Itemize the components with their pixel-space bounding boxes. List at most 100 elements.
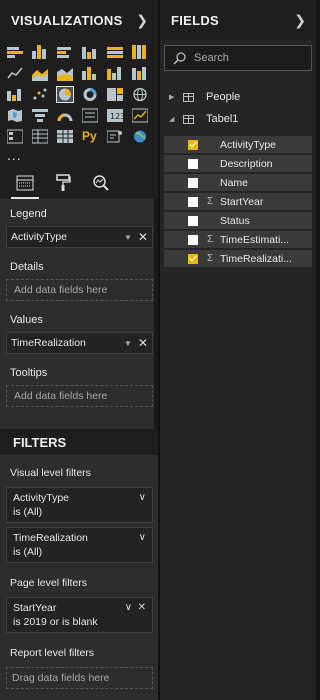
checkbox[interactable] xyxy=(188,196,198,207)
ribbon-chart-icon[interactable] xyxy=(132,66,148,81)
table-people[interactable]: ▶ People xyxy=(160,86,316,108)
table-icon xyxy=(183,114,194,124)
fields-tab[interactable] xyxy=(11,173,39,199)
matrix-icon[interactable] xyxy=(57,129,73,144)
sigma-icon: Σ xyxy=(207,253,214,264)
collapse-triangle-icon[interactable]: ◢ xyxy=(169,115,177,123)
report-filter-drop-zone[interactable]: Drag data fields here xyxy=(6,667,153,689)
checkbox[interactable] xyxy=(188,177,198,188)
table-tabel1[interactable]: ◢ Tabel1 xyxy=(160,108,316,130)
visualizations-header: VISUALIZATIONS ❯ xyxy=(0,0,158,40)
visual-pane-tabs xyxy=(0,167,158,199)
field-timeestimation[interactable]: Σ TimeEstimati... xyxy=(164,231,312,248)
stacked-bar-chart-icon[interactable] xyxy=(7,45,23,60)
field-status[interactable]: Status xyxy=(164,212,312,229)
format-tab[interactable] xyxy=(53,173,73,193)
filter-state: is 2019 or is blank xyxy=(13,616,98,628)
filter-card-activitytype[interactable]: ActivityType is (All) ∨ xyxy=(6,487,153,523)
scatter-chart-icon[interactable] xyxy=(32,87,48,102)
clustered-column-chart-icon[interactable] xyxy=(82,45,98,60)
fields-title: FIELDS xyxy=(171,12,220,28)
filter-card-timerealization[interactable]: TimeRealization is (All) ∨ xyxy=(6,527,153,563)
legend-field[interactable]: ActivityType ▼ ✕ xyxy=(6,226,153,248)
page-level-filters-label: Page level filters xyxy=(10,577,88,589)
stacked-column-chart-icon[interactable] xyxy=(32,45,48,60)
filter-state: is (All) xyxy=(13,546,43,558)
chevron-down-icon[interactable]: ∨ xyxy=(139,491,146,519)
field-description[interactable]: Description xyxy=(164,155,312,172)
field-name: Description xyxy=(220,157,273,170)
table-icon xyxy=(183,92,194,102)
table-icon[interactable] xyxy=(31,129,49,144)
line-chart-icon[interactable] xyxy=(7,66,23,81)
checkbox-checked[interactable] xyxy=(188,253,198,264)
filters-pane: Visual level filters ActivityType is (Al… xyxy=(0,455,158,700)
filter-field-name: StartYear xyxy=(13,602,57,614)
filters-title: FILTERS xyxy=(0,429,158,455)
field-activitytype[interactable]: ActivityType xyxy=(164,136,312,153)
globe-map-icon[interactable] xyxy=(132,129,148,144)
stacked-area-chart-icon[interactable] xyxy=(57,66,73,81)
dropdown-arrow-icon[interactable]: ▼ xyxy=(124,339,132,348)
values-well-label: Values xyxy=(10,314,43,326)
donut-chart-icon[interactable] xyxy=(82,87,98,102)
table-name: People xyxy=(206,91,241,103)
treemap-icon[interactable] xyxy=(107,87,123,102)
tooltips-drop-zone[interactable]: Add data fields here xyxy=(6,385,153,407)
multi-row-card-icon[interactable] xyxy=(81,108,99,123)
more-visuals-button[interactable]: ... xyxy=(7,148,50,167)
field-timerealization[interactable]: Σ TimeRealizati... xyxy=(164,250,312,267)
sigma-icon: Σ xyxy=(207,234,214,245)
collapse-visualizations-chevron-icon[interactable]: ❯ xyxy=(136,12,148,29)
checkbox[interactable] xyxy=(188,215,198,226)
fields-pane: FIELDS ❯ ▶ People ◢ Tabel1 ActivityType xyxy=(160,0,316,700)
100-stacked-bar-chart-icon[interactable] xyxy=(107,45,123,60)
paint-roller-icon xyxy=(56,174,71,191)
custom-visual-icon[interactable] xyxy=(106,129,123,144)
dropdown-arrow-icon[interactable]: ▼ xyxy=(124,233,132,242)
gauge-icon[interactable] xyxy=(57,108,73,123)
field-name-row[interactable]: Name xyxy=(164,174,312,191)
visualizations-title: VISUALIZATIONS xyxy=(11,12,123,28)
search-input[interactable] xyxy=(194,52,294,64)
visualizations-pane: VISUALIZATIONS ❯ 123 Py ... Legend Activ… xyxy=(0,0,158,700)
slicer-icon[interactable] xyxy=(6,129,24,144)
card-icon[interactable]: 123 xyxy=(107,108,125,123)
chevron-down-icon[interactable]: ∨ xyxy=(139,531,146,559)
values-field[interactable]: TimeRealization ▼ ✕ xyxy=(6,332,153,354)
funnel-icon[interactable] xyxy=(32,108,48,123)
pie-chart-icon[interactable] xyxy=(56,86,74,103)
line-and-clustered-column-chart-icon[interactable] xyxy=(107,66,123,81)
checkbox-checked[interactable] xyxy=(188,139,198,150)
search-icon xyxy=(173,51,186,65)
checkbox[interactable] xyxy=(188,158,198,169)
tooltips-well-label: Tooltips xyxy=(10,367,48,379)
waterfall-chart-icon[interactable] xyxy=(7,87,23,102)
expand-triangle-icon[interactable]: ▶ xyxy=(169,93,177,101)
analytics-tab[interactable] xyxy=(91,173,111,193)
filled-map-icon[interactable] xyxy=(7,108,23,123)
100-stacked-column-chart-icon[interactable] xyxy=(132,45,148,60)
fields-search-box[interactable] xyxy=(164,45,312,71)
area-chart-icon[interactable] xyxy=(32,66,48,81)
remove-field-close-icon[interactable]: ✕ xyxy=(138,336,148,350)
kpi-icon[interactable] xyxy=(131,108,149,123)
field-startyear[interactable]: Σ StartYear xyxy=(164,193,312,210)
tabel1-field-list: ActivityType Description Name Σ StartYea… xyxy=(160,136,316,267)
report-level-filters-label: Report level filters xyxy=(10,647,95,659)
chevron-down-icon[interactable]: ∨ xyxy=(125,602,132,613)
map-icon[interactable] xyxy=(132,87,148,102)
details-drop-zone[interactable]: Add data fields here xyxy=(6,279,153,301)
clustered-bar-chart-icon[interactable] xyxy=(57,45,73,60)
field-name: TimeRealizati... xyxy=(220,252,292,265)
checkbox[interactable] xyxy=(188,234,198,245)
sigma-icon: Σ xyxy=(207,196,214,207)
remove-filter-close-icon[interactable]: ✕ xyxy=(138,602,146,613)
line-and-stacked-column-chart-icon[interactable] xyxy=(82,66,98,81)
filter-card-startyear[interactable]: StartYear is 2019 or is blank ∨ ✕ xyxy=(6,597,153,633)
field-name: StartYear xyxy=(220,195,264,208)
remove-field-close-icon[interactable]: ✕ xyxy=(138,230,148,244)
collapse-fields-chevron-icon[interactable]: ❯ xyxy=(294,12,306,29)
fields-tree: ▶ People ◢ Tabel1 ActivityType Descripti… xyxy=(160,71,316,267)
python-visual-icon[interactable]: Py xyxy=(82,129,98,144)
